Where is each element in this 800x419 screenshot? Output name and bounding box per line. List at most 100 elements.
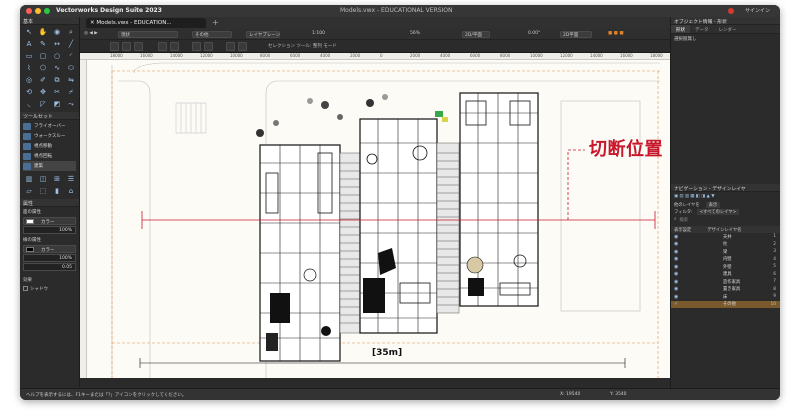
layer-plane-select[interactable]: レイヤプレーン [246,31,280,38]
chamfer-tool-icon[interactable]: ◸ [37,99,49,109]
connect-tool-icon[interactable]: ⤳ [65,99,77,109]
list-item[interactable]: ◉ 柱 2 [671,241,780,249]
wall-tool-icon[interactable]: ▥ [23,174,35,184]
line-thickness-field[interactable]: 0.05 [23,263,76,271]
zoom-window-button[interactable] [44,8,50,14]
text-tool-icon[interactable]: A [23,39,35,49]
callout-tool-icon[interactable]: ✎ [37,39,49,49]
tab-data[interactable]: データ [690,25,714,33]
column-tool-icon[interactable]: ▮ [51,186,63,196]
mode-button[interactable] [192,42,201,51]
stair-tool-icon[interactable]: ☰ [65,174,77,184]
render-mode-select[interactable]: 2D平面 [560,31,592,38]
class-select[interactable]: 現状 [118,31,178,38]
notification-icon[interactable] [728,8,734,14]
toolset-item[interactable]: 視点回転 [23,151,76,161]
list-item[interactable]: ◉ 梁 3 [671,248,780,256]
minimize-window-button[interactable] [35,8,41,14]
list-item[interactable]: ◉ 造作家具 7 [671,278,780,286]
list-item[interactable]: ◉ 床 9 [671,293,780,301]
oval-tool-icon[interactable]: ⬭ [65,63,77,73]
spiral-tool-icon[interactable]: ◎ [23,75,35,85]
toolset-item[interactable]: 視点移動 [23,141,76,151]
eye-icon[interactable]: ◉ [674,256,682,262]
mode-button[interactable] [226,42,235,51]
checkmark-icon[interactable]: ✓ [674,301,682,307]
toolset-item[interactable]: フライオーバー [23,121,76,131]
mirror-tool-icon[interactable]: ⇋ [65,75,77,85]
document-tab[interactable]: ✕ Models.vwx - EDUCATION... [86,18,206,28]
circle-tool-icon[interactable]: ○ [51,51,63,61]
search-input[interactable]: 検索 [679,217,688,223]
window-tool-icon[interactable]: ⊞ [51,174,63,184]
scale-value[interactable]: 1:100 [312,31,325,38]
settings-icon[interactable]: ■ ■ ■ [608,31,624,38]
rounded-rect-tool-icon[interactable]: ▢ [37,51,49,61]
fill-style-select[interactable]: カラー [23,217,76,225]
rectangle-tool-icon[interactable]: ▭ [23,51,35,61]
close-window-button[interactable] [26,8,32,14]
shadow-checkbox[interactable] [23,286,28,291]
mode-button[interactable] [170,42,179,51]
door-tool-icon[interactable]: ◫ [37,174,49,184]
split-tool-icon[interactable]: ✂ [51,87,63,97]
mode-button[interactable] [134,42,143,51]
trim-tool-icon[interactable]: ⌿ [65,87,77,97]
roof-tool-icon[interactable]: ⌂ [65,186,77,196]
zoom-tool-icon[interactable]: ⌕ [65,27,77,37]
eye-icon[interactable]: ◉ [674,234,682,240]
new-tab-button[interactable]: + [212,18,219,27]
eye-icon[interactable]: ◉ [674,249,682,255]
eye-icon[interactable]: ◉ [674,279,682,285]
fillet-tool-icon[interactable]: ◟ [23,99,35,109]
zoom-value[interactable]: 56% [410,31,420,38]
fill-opacity-field[interactable]: 100% [23,226,76,234]
freehand-tool-icon[interactable]: ∿ [51,63,63,73]
tab-render[interactable]: レンダー [714,25,742,33]
list-item[interactable]: ◉ 外壁 5 [671,263,780,271]
eye-icon[interactable]: ◉ [674,271,682,277]
move-tool-icon[interactable]: ✥ [37,87,49,97]
list-item[interactable]: ◉ 建具 6 [671,271,780,279]
line-opacity-field[interactable]: 100% [23,254,76,262]
tab-shape[interactable]: 形状 [671,25,690,33]
flyover-tool-icon[interactable]: ◉ [51,27,63,37]
polygon-tool-icon[interactable]: ⬠ [37,63,49,73]
mode-button[interactable] [238,42,247,51]
filter-select[interactable]: <すべてのレイヤ> [696,208,740,215]
toolset-item[interactable]: 建築 [23,161,76,171]
mode-button[interactable] [122,42,131,51]
arc-tool-icon[interactable]: ◜ [65,51,77,61]
selection-tool-icon[interactable]: ↖ [23,27,35,37]
eye-icon[interactable]: ◉ [674,294,682,300]
clip-tool-icon[interactable]: ◩ [51,99,63,109]
slab-tool-icon[interactable]: ▱ [23,186,35,196]
space-tool-icon[interactable]: ⬚ [37,186,49,196]
view-select[interactable]: 2D/平面 [462,31,490,38]
drawing-canvas[interactable]: 18000 16000 14000 12000 10000 8000 6000 … [80,53,670,378]
nav-icons[interactable]: ▣ ▤ ▥ ▦ ◧ ◨ ▲ ▼ [674,194,715,199]
toolset-item[interactable]: ウォークスルー [23,131,76,141]
list-item[interactable]: ◉ 置き家具 8 [671,286,780,294]
polyline-tool-icon[interactable]: ⌇ [23,63,35,73]
flyover-icon[interactable]: ◎ ◀ ▶ [84,31,98,38]
mode-button[interactable] [110,42,119,51]
list-item[interactable]: ◉ 天井 1 [671,233,780,241]
pan-tool-icon[interactable]: ✋ [37,27,49,37]
angle-value[interactable]: 0.00° [528,31,540,38]
line-tool-icon[interactable]: ╱ [65,39,77,49]
layer-select[interactable]: その他 [192,31,232,38]
rotate-tool-icon[interactable]: ⟲ [23,87,35,97]
offset-tool-icon[interactable]: ⧉ [51,75,63,85]
eye-icon[interactable]: ◉ [674,241,682,247]
list-item[interactable]: ✓ その他 10 [671,300,780,308]
eye-icon[interactable]: ◉ [674,286,682,292]
mode-button[interactable] [158,42,167,51]
eye-icon[interactable]: ◉ [674,264,682,270]
line-style-select[interactable]: カラー [23,245,76,253]
layer-visibility-select[interactable]: 表示 [705,201,721,208]
dimension-tool-icon[interactable]: ↔ [51,39,63,49]
eyedropper-tool-icon[interactable]: ✐ [37,75,49,85]
shadow-label[interactable]: シャドウ [20,284,79,293]
sign-in-button[interactable]: サインイン [745,7,770,14]
